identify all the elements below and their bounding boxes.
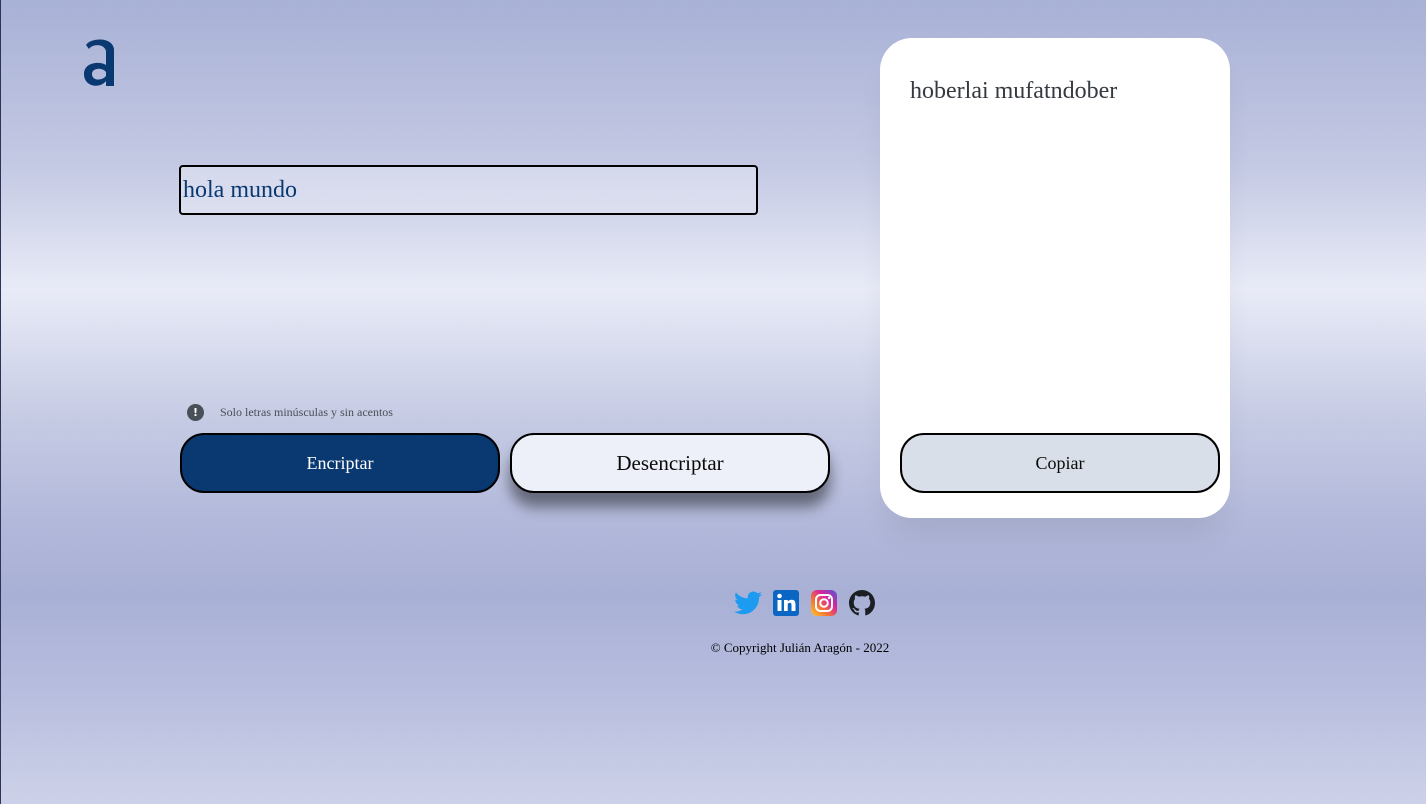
encrypt-button[interactable]: Encriptar <box>180 433 500 493</box>
social-links <box>734 589 876 617</box>
alura-logo-icon <box>80 34 120 90</box>
hint-row: ! Solo letras minúsculas y sin acentos <box>187 403 393 421</box>
instagram-icon[interactable] <box>810 589 838 617</box>
output-text: hoberlai mufatndober <box>910 78 1118 104</box>
exclamation-circle-icon: ! <box>187 403 204 421</box>
left-edge-line <box>0 0 1 804</box>
github-icon[interactable] <box>848 589 876 617</box>
output-card: hoberlai mufatndober Copiar <box>880 38 1230 518</box>
twitter-icon[interactable] <box>734 589 762 617</box>
copy-button[interactable]: Copiar <box>900 433 1220 493</box>
copyright-text: © Copyright Julián Aragón - 2022 <box>710 640 890 655</box>
linkedin-icon[interactable] <box>772 589 800 617</box>
message-input[interactable] <box>179 165 758 215</box>
hint-text: Solo letras minúsculas y sin acentos <box>220 404 393 419</box>
decrypt-button[interactable]: Desencriptar <box>510 433 830 493</box>
